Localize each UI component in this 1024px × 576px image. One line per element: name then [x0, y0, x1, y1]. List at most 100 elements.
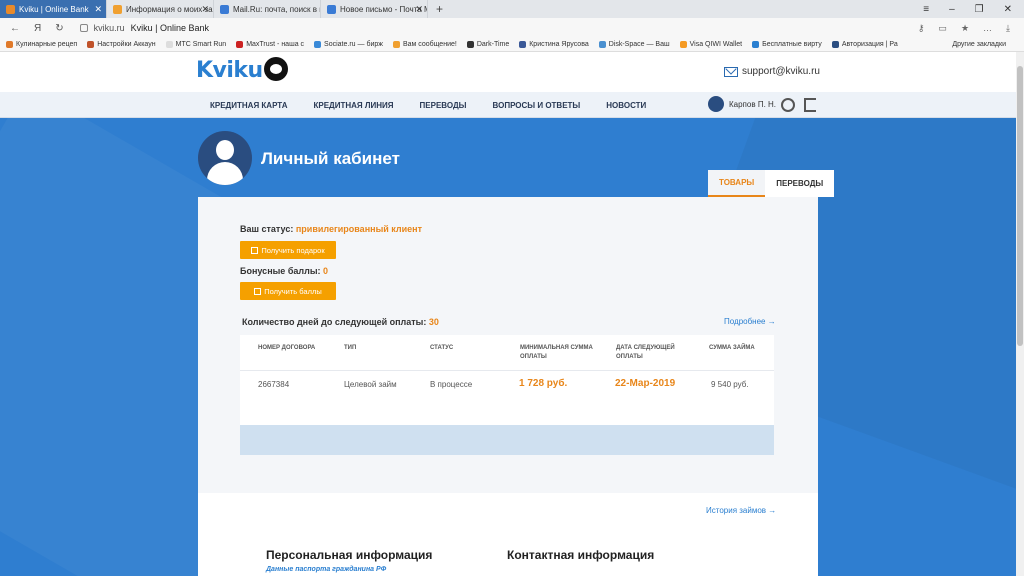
menu-item-credit-line[interactable]: КРЕДИТНАЯ ЛИНИЯ	[313, 101, 393, 110]
col-loan-amount: СУММА ЗАЙМА	[709, 345, 755, 351]
kviku-favicon-icon	[6, 4, 15, 14]
more-link[interactable]: Подробнее →	[724, 317, 776, 326]
bookmark-label: Кристина Ярусова	[529, 41, 589, 48]
tab-kviku[interactable]: Kviku | Online Bank ✕	[0, 0, 107, 18]
page-title: Личный кабинет	[261, 149, 400, 168]
bookmark-label: Авторизация | Ра	[841, 41, 898, 48]
status-value: привилегированный клиент	[295, 224, 422, 234]
lock-icon[interactable]	[79, 24, 88, 32]
menu-item-transfers[interactable]: ПЕРЕВОДЫ	[420, 101, 467, 110]
more-icon[interactable]: …	[983, 23, 992, 34]
bookmark-label: Sociate.ru — бирж	[324, 41, 383, 48]
bookmark-item[interactable]: Кристина Ярусова	[519, 41, 589, 48]
cell-next-payment-date: 22-Мар-2019	[615, 378, 676, 389]
close-icon[interactable]: ✕	[415, 4, 423, 15]
url-domain[interactable]: kviku.ru	[94, 23, 125, 33]
menu-icon[interactable]: ≡	[923, 4, 929, 15]
user-profile[interactable]: Карпов П. Н.	[708, 96, 776, 112]
bonus-label: Бонусные баллы:	[240, 266, 321, 276]
bookmark-item[interactable]: Visa QIWI Wallet	[679, 41, 743, 48]
menu-item-faq[interactable]: ВОПРОСЫ И ОТВЕТЫ	[493, 101, 581, 110]
bookmark-item[interactable]: Вам сообщение!	[392, 41, 457, 48]
bookmarks-bar: Кулинарные рецеп Настройки Аккаун MTC Sm…	[0, 38, 1024, 52]
window-close-icon[interactable]: ✕	[1004, 4, 1012, 15]
menu-item-news[interactable]: НОВОСТИ	[606, 101, 646, 110]
col-next-payment-date: ДАТА СЛЕДУЮЩЕЙ ОПЛАТЫ	[616, 345, 675, 360]
user-icon	[708, 96, 724, 112]
bookmark-icon	[314, 41, 322, 48]
reload-icon[interactable]: ↻	[55, 23, 63, 34]
key-icon[interactable]: ⚷	[918, 23, 925, 34]
bookmark-item[interactable]: Disk-Space — Ваш	[598, 41, 670, 48]
envelope-icon	[724, 66, 738, 77]
address-bar: ← Я ↻ kviku.ru Kviku | Online Bank ⚷ ▭ ★…	[0, 18, 1024, 38]
loan-history-link[interactable]: История займов →	[706, 506, 776, 515]
bookmark-icon	[752, 41, 760, 48]
bookmark-item[interactable]: Настройки Аккаун	[87, 41, 156, 48]
star-icon[interactable]: ★	[961, 23, 969, 34]
get-gift-button[interactable]: Получить подарок	[240, 241, 336, 259]
bookmark-label: Disk-Space — Ваш	[608, 41, 670, 48]
chat-icon[interactable]: ▭	[938, 23, 947, 34]
bookmark-item[interactable]: Авторизация | Ра	[831, 41, 898, 48]
page-title-in-address[interactable]: Kviku | Online Bank	[131, 23, 209, 33]
status-label: Ваш статус:	[240, 224, 294, 234]
close-icon[interactable]: ✕	[94, 4, 102, 15]
get-points-label: Получить баллы	[264, 286, 322, 296]
bookmark-item[interactable]: Кулинарные рецеп	[6, 41, 77, 48]
other-bookmarks[interactable]: Другие закладки	[952, 41, 1014, 48]
gear-icon[interactable]	[781, 98, 795, 112]
download-icon[interactable]: ⤓	[1006, 23, 1010, 34]
tab-transfers[interactable]: ПЕРЕВОДЫ	[765, 170, 835, 197]
bonus-value: 0	[323, 266, 329, 276]
cell-contract-number: 2667384	[258, 380, 290, 389]
tab-mailru[interactable]: Mail.Ru: почта, поиск в ин	[214, 0, 321, 18]
close-icon[interactable]: ✕	[201, 4, 209, 15]
get-points-button[interactable]: Получить баллы	[240, 282, 336, 300]
status-row: Ваш статус: привилегированный клиент	[240, 224, 422, 234]
bookmark-icon	[6, 41, 13, 48]
avatar-body	[207, 162, 243, 185]
logo-text: Kviku	[196, 58, 263, 83]
tab-new-letter[interactable]: Новое письмо - Почта Ma ✕	[321, 0, 428, 18]
table-footer	[240, 425, 774, 455]
col-status: СТАТУС	[430, 345, 454, 351]
bookmark-item[interactable]: MaxTrust - наша с	[236, 41, 304, 48]
bookmark-item[interactable]: Бесплатные вирту	[752, 41, 822, 48]
bookmark-item[interactable]: Dark-Time	[466, 41, 509, 48]
support-email: support@kviku.ru	[742, 66, 820, 77]
bookmark-item[interactable]: MTC Smart Run	[165, 41, 226, 48]
bookmark-label: Настройки Аккаун	[97, 41, 156, 48]
scrollbar-thumb[interactable]	[1017, 66, 1023, 346]
col-contract-number: НОМЕР ДОГОВОРА	[258, 345, 316, 351]
bookmark-icon	[236, 41, 244, 48]
bookmark-icon	[392, 41, 400, 48]
minimize-icon[interactable]: –	[949, 4, 955, 15]
window-controls: ≡ – ❐ ✕	[923, 4, 1024, 15]
tab-goods[interactable]: ТОВАРЫ	[708, 170, 766, 197]
days-label: Количество дней до следующей оплаты:	[242, 317, 427, 327]
tab-orders[interactable]: Информация о моих заказ ✕	[107, 0, 214, 18]
logout-icon[interactable]	[804, 98, 816, 112]
cell-type: Целевой займ	[344, 380, 397, 389]
bookmark-icon	[165, 41, 173, 48]
yandex-icon[interactable]: Я	[34, 23, 41, 34]
bookmark-label: Visa QIWI Wallet	[689, 41, 743, 48]
menu-item-credit-card[interactable]: КРЕДИТНАЯ КАРТА	[210, 101, 287, 110]
page-scrollbar[interactable]	[1016, 52, 1024, 576]
main-menu-bar: КРЕДИТНАЯ КАРТА КРЕДИТНАЯ ЛИНИЯ ПЕРЕВОДЫ…	[0, 92, 1016, 118]
passport-data-link[interactable]: Данные паспорта гражданина РФ	[266, 566, 386, 573]
cell-loan-amount: 9 540 руб.	[711, 380, 749, 389]
contact-info-title: Контактная информация	[507, 548, 655, 562]
new-tab-button[interactable]: +	[428, 2, 451, 16]
back-icon[interactable]: ←	[10, 23, 20, 34]
maximize-icon[interactable]: ❐	[975, 4, 984, 15]
user-name: Карпов П. Н.	[729, 99, 777, 109]
bookmark-item[interactable]: Sociate.ru — бирж	[314, 41, 383, 48]
col-type: ТИП	[344, 345, 357, 351]
avatar-head	[216, 140, 234, 160]
support-link[interactable]: support@kviku.ru	[724, 66, 820, 77]
table-header: НОМЕР ДОГОВОРА ТИП СТАТУС МИНИМАЛЬНАЯ СУ…	[240, 335, 774, 371]
kviku-logo[interactable]: Kviku	[196, 57, 288, 83]
cell-status: В процессе	[430, 380, 473, 389]
